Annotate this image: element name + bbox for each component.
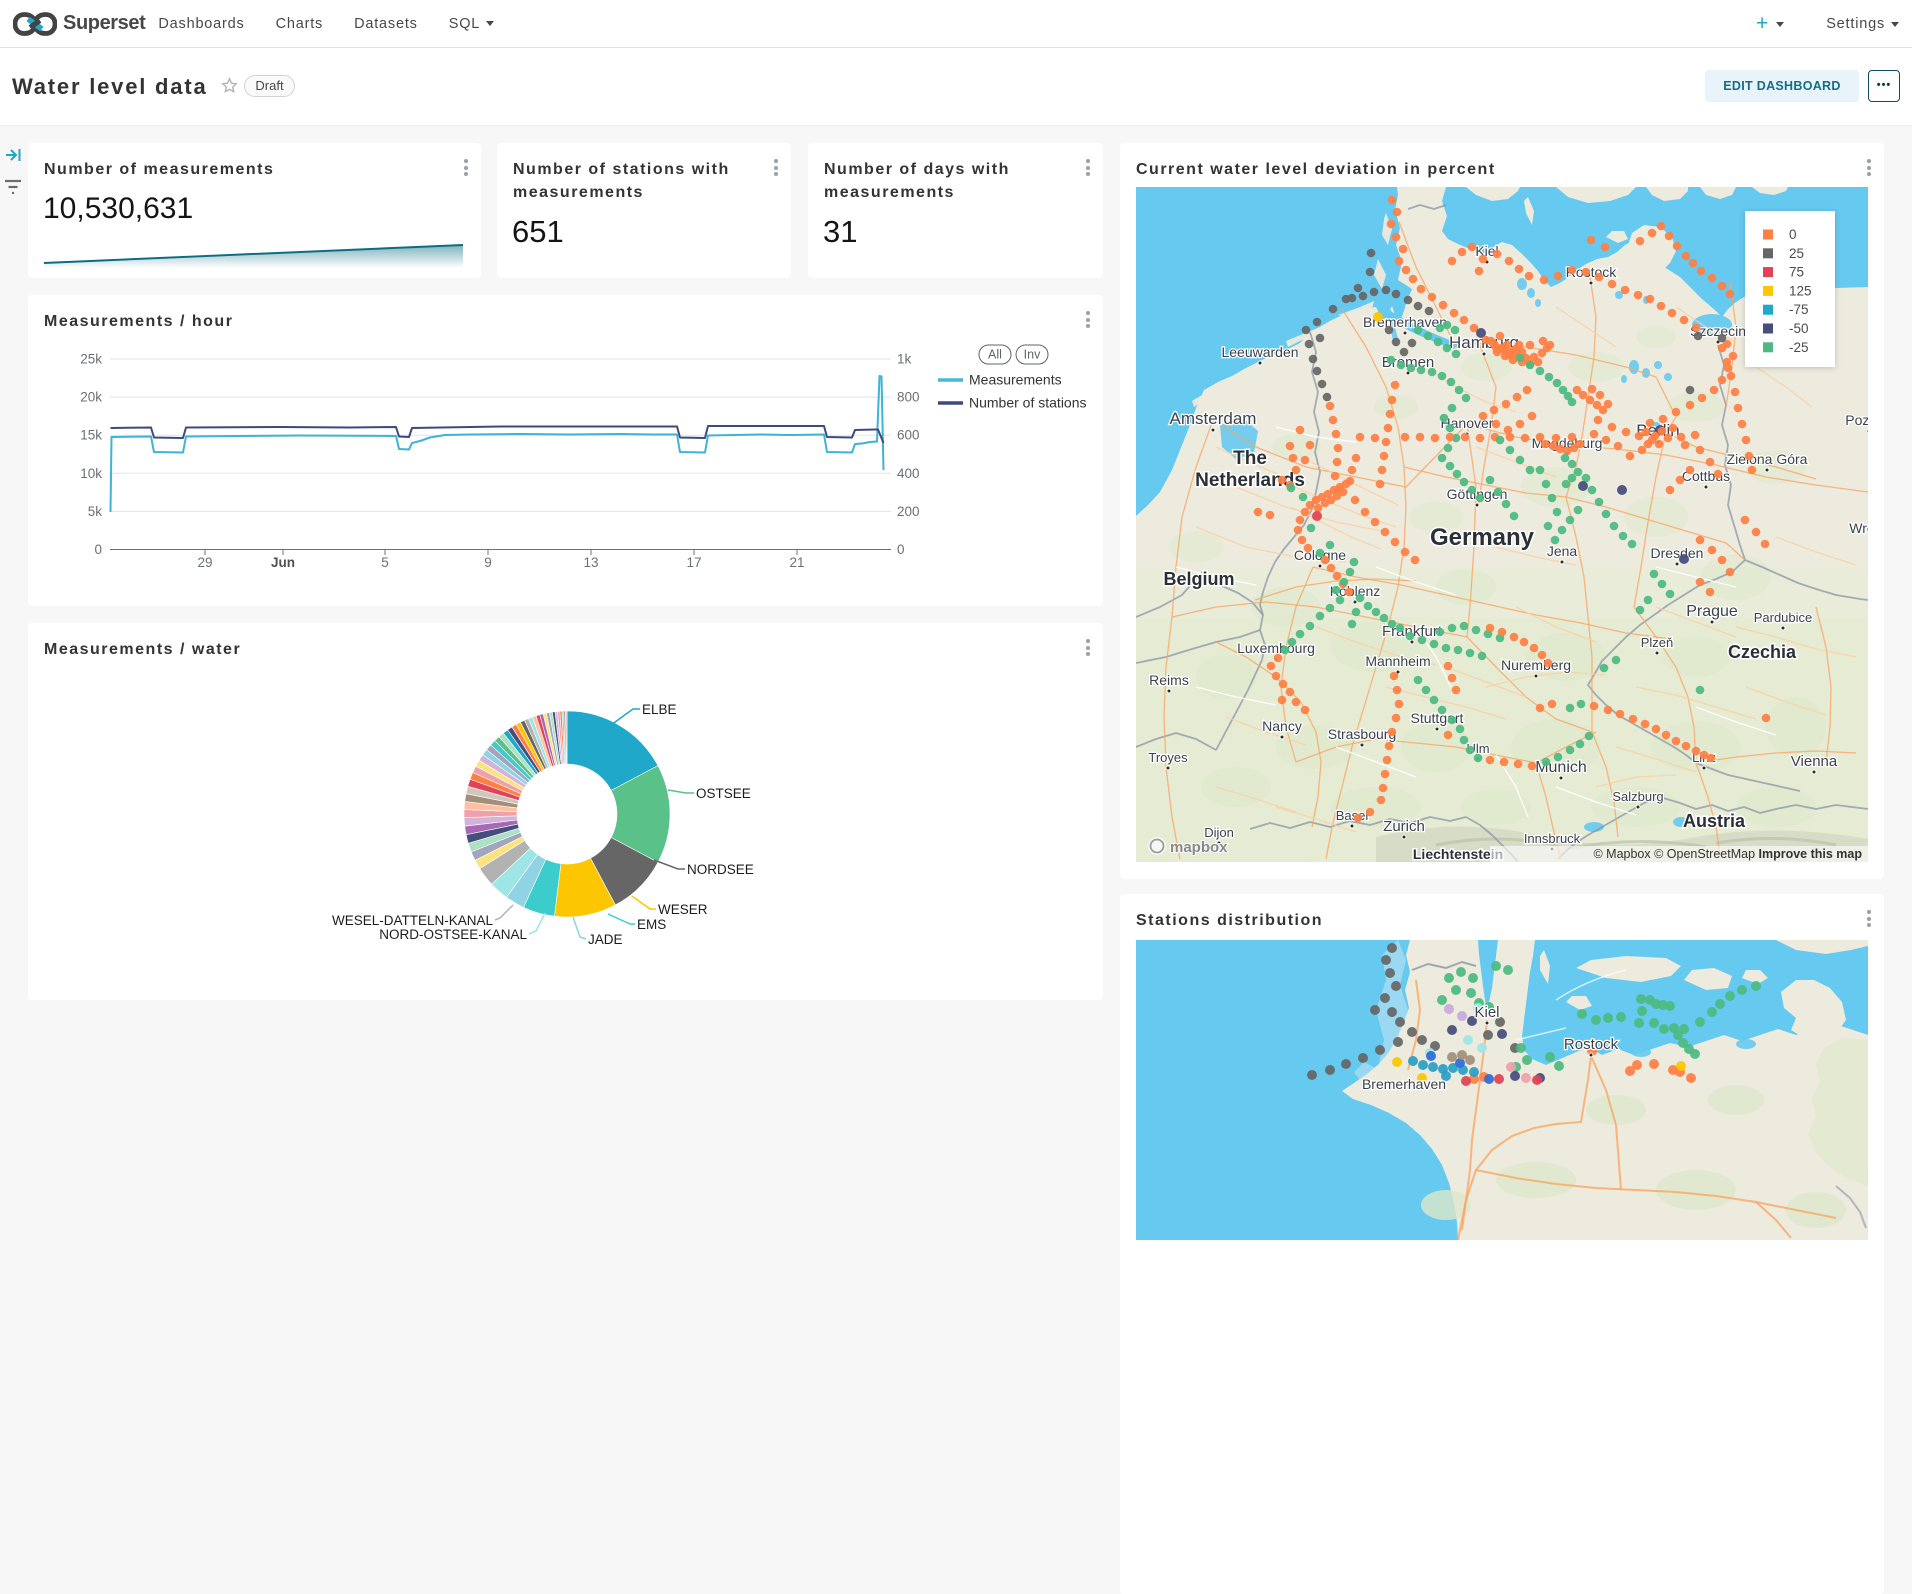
svg-text:Measurements: Measurements — [969, 372, 1062, 388]
svg-text:15k: 15k — [80, 428, 102, 443]
svg-text:-25: -25 — [1789, 340, 1809, 355]
svg-text:600: 600 — [897, 428, 920, 443]
svg-text:WESEL-DATTELN-KANAL: WESEL-DATTELN-KANAL — [332, 913, 494, 928]
svg-text:Number of stations: Number of stations — [969, 395, 1087, 411]
svg-text:Mannheim: Mannheim — [1365, 653, 1430, 669]
svg-text:© Mapbox © OpenStreetMap Impro: © Mapbox © OpenStreetMap Improve this ma… — [1593, 847, 1862, 861]
svg-text:EMS: EMS — [637, 917, 666, 932]
svg-text:Reims: Reims — [1149, 672, 1189, 688]
svg-text:OSTSEE: OSTSEE — [696, 786, 751, 801]
svg-text:Troyes: Troyes — [1148, 750, 1188, 765]
svg-text:21: 21 — [789, 555, 804, 570]
svg-text:17: 17 — [686, 555, 701, 570]
svg-text:Jena: Jena — [1547, 543, 1578, 559]
svg-text:Belgium: Belgium — [1163, 569, 1234, 589]
svg-text:25: 25 — [1789, 246, 1804, 261]
svg-text:Vienna: Vienna — [1791, 753, 1838, 770]
svg-text:20k: 20k — [80, 390, 102, 405]
svg-text:25k: 25k — [80, 352, 102, 367]
svg-text:Zurich: Zurich — [1383, 818, 1425, 835]
svg-text:Czechia: Czechia — [1728, 642, 1797, 662]
svg-text:Liechtenstein: Liechtenstein — [1413, 846, 1503, 862]
svg-text:5: 5 — [381, 555, 389, 570]
svg-text:The: The — [1233, 448, 1267, 469]
svg-text:NORD-OSTSEE-KANAL: NORD-OSTSEE-KANAL — [379, 927, 527, 942]
svg-text:Dresden: Dresden — [1651, 545, 1704, 561]
svg-text:Jun: Jun — [271, 555, 295, 570]
svg-text:Pardubice: Pardubice — [1754, 610, 1813, 625]
svg-text:-50: -50 — [1789, 321, 1809, 336]
svg-text:Plzeň: Plzeň — [1641, 635, 1674, 650]
svg-text:Zielona Góra: Zielona Góra — [1727, 451, 1808, 467]
svg-text:Salzburg: Salzburg — [1612, 789, 1663, 804]
svg-text:Luxembourg: Luxembourg — [1237, 640, 1315, 656]
svg-text:1k: 1k — [897, 352, 912, 367]
svg-text:Dijon: Dijon — [1204, 825, 1234, 840]
svg-text:5k: 5k — [88, 504, 103, 519]
svg-text:Austria: Austria — [1683, 811, 1746, 831]
svg-text:JADE: JADE — [588, 932, 623, 947]
svg-text:-75: -75 — [1789, 302, 1809, 317]
svg-text:All: All — [988, 348, 1002, 362]
svg-text:0: 0 — [897, 542, 905, 557]
svg-text:75: 75 — [1789, 265, 1804, 280]
svg-text:Poznań: Poznań — [1845, 412, 1868, 428]
svg-text:0: 0 — [94, 542, 102, 557]
svg-text:0: 0 — [1789, 227, 1797, 242]
svg-text:ELBE: ELBE — [642, 702, 677, 717]
svg-text:Kiel: Kiel — [1474, 1004, 1499, 1021]
svg-text:Leeuwarden: Leeuwarden — [1221, 344, 1298, 360]
svg-text:125: 125 — [1789, 283, 1812, 298]
svg-text:Wrocław: Wrocław — [1849, 520, 1868, 536]
svg-text:200: 200 — [897, 504, 920, 519]
svg-text:10k: 10k — [80, 466, 102, 481]
svg-text:Basel: Basel — [1336, 808, 1369, 823]
svg-text:WESER: WESER — [658, 902, 708, 917]
svg-text:Bremerhaven: Bremerhaven — [1362, 1076, 1446, 1092]
svg-text:800: 800 — [897, 390, 920, 405]
svg-text:Germany: Germany — [1430, 524, 1535, 551]
svg-text:29: 29 — [197, 555, 212, 570]
svg-text:NORDSEE: NORDSEE — [687, 862, 754, 877]
svg-text:9: 9 — [484, 555, 492, 570]
svg-text:Amsterdam: Amsterdam — [1170, 409, 1257, 428]
svg-text:Prague: Prague — [1686, 603, 1738, 620]
svg-text:13: 13 — [583, 555, 598, 570]
svg-text:Nancy: Nancy — [1262, 718, 1302, 734]
svg-text:400: 400 — [897, 466, 920, 481]
svg-text:Innsbruck: Innsbruck — [1524, 831, 1581, 846]
svg-text:Inv: Inv — [1024, 348, 1041, 362]
svg-text:Strasbourg: Strasbourg — [1328, 726, 1396, 742]
svg-text:Rostock: Rostock — [1564, 1036, 1619, 1053]
svg-text:mapbox: mapbox — [1170, 839, 1228, 856]
svg-text:Nuremberg: Nuremberg — [1501, 657, 1571, 673]
